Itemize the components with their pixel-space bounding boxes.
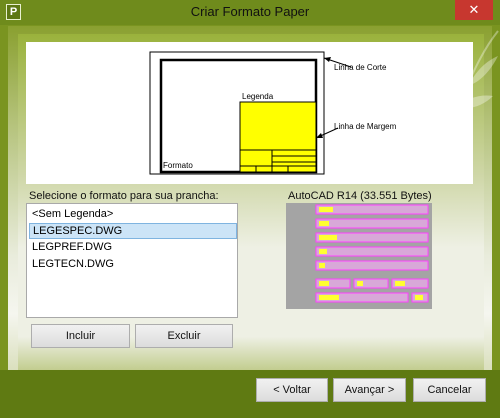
- window-title: Criar Formato Paper: [190, 4, 310, 19]
- list-item-legtecn[interactable]: LEGTECN.DWG: [29, 257, 237, 273]
- legenda-label: Legenda: [242, 92, 274, 101]
- dwg-info-label: AutoCAD R14 (33.551 Bytes): [288, 190, 432, 202]
- list-item-legpref[interactable]: LEGPREF.DWG: [29, 240, 237, 256]
- excluir-button[interactable]: Excluir: [135, 324, 233, 348]
- margem-label: Linha de Margem: [334, 122, 397, 131]
- wizard-footer: < Voltar Avançar > Cancelar: [0, 370, 500, 418]
- title-bar[interactable]: P Criar Formato Paper ✕: [0, 0, 500, 25]
- close-button[interactable]: ✕: [455, 0, 493, 20]
- format-listbox[interactable]: <Sem Legenda> LEGESPEC.DWG LEGPREF.DWG L…: [26, 203, 238, 318]
- avancar-button[interactable]: Avançar >: [333, 378, 406, 402]
- dwg-thumbnail: [286, 203, 432, 309]
- list-item-sem-legenda[interactable]: <Sem Legenda>: [29, 207, 237, 223]
- format-preview-panel: Legenda Formato Linha de Corte Linha de …: [26, 42, 473, 184]
- formato-label: Formato: [163, 161, 193, 170]
- list-item-legespec[interactable]: LEGESPEC.DWG: [29, 223, 237, 239]
- cancelar-button[interactable]: Cancelar: [413, 378, 486, 402]
- dwg-thumbnail-drawing: [315, 204, 429, 303]
- format-list-label: Selecione o formato para sua prancha:: [29, 190, 219, 202]
- format-preview-drawing: Legenda Formato Linha de Corte Linha de …: [149, 51, 397, 175]
- incluir-button[interactable]: Incluir: [31, 324, 130, 348]
- corte-label: Linha de Corte: [334, 63, 387, 72]
- voltar-button[interactable]: < Voltar: [256, 378, 328, 402]
- dialog-window: P Criar Formato Paper ✕ Legenda Formato …: [0, 0, 500, 418]
